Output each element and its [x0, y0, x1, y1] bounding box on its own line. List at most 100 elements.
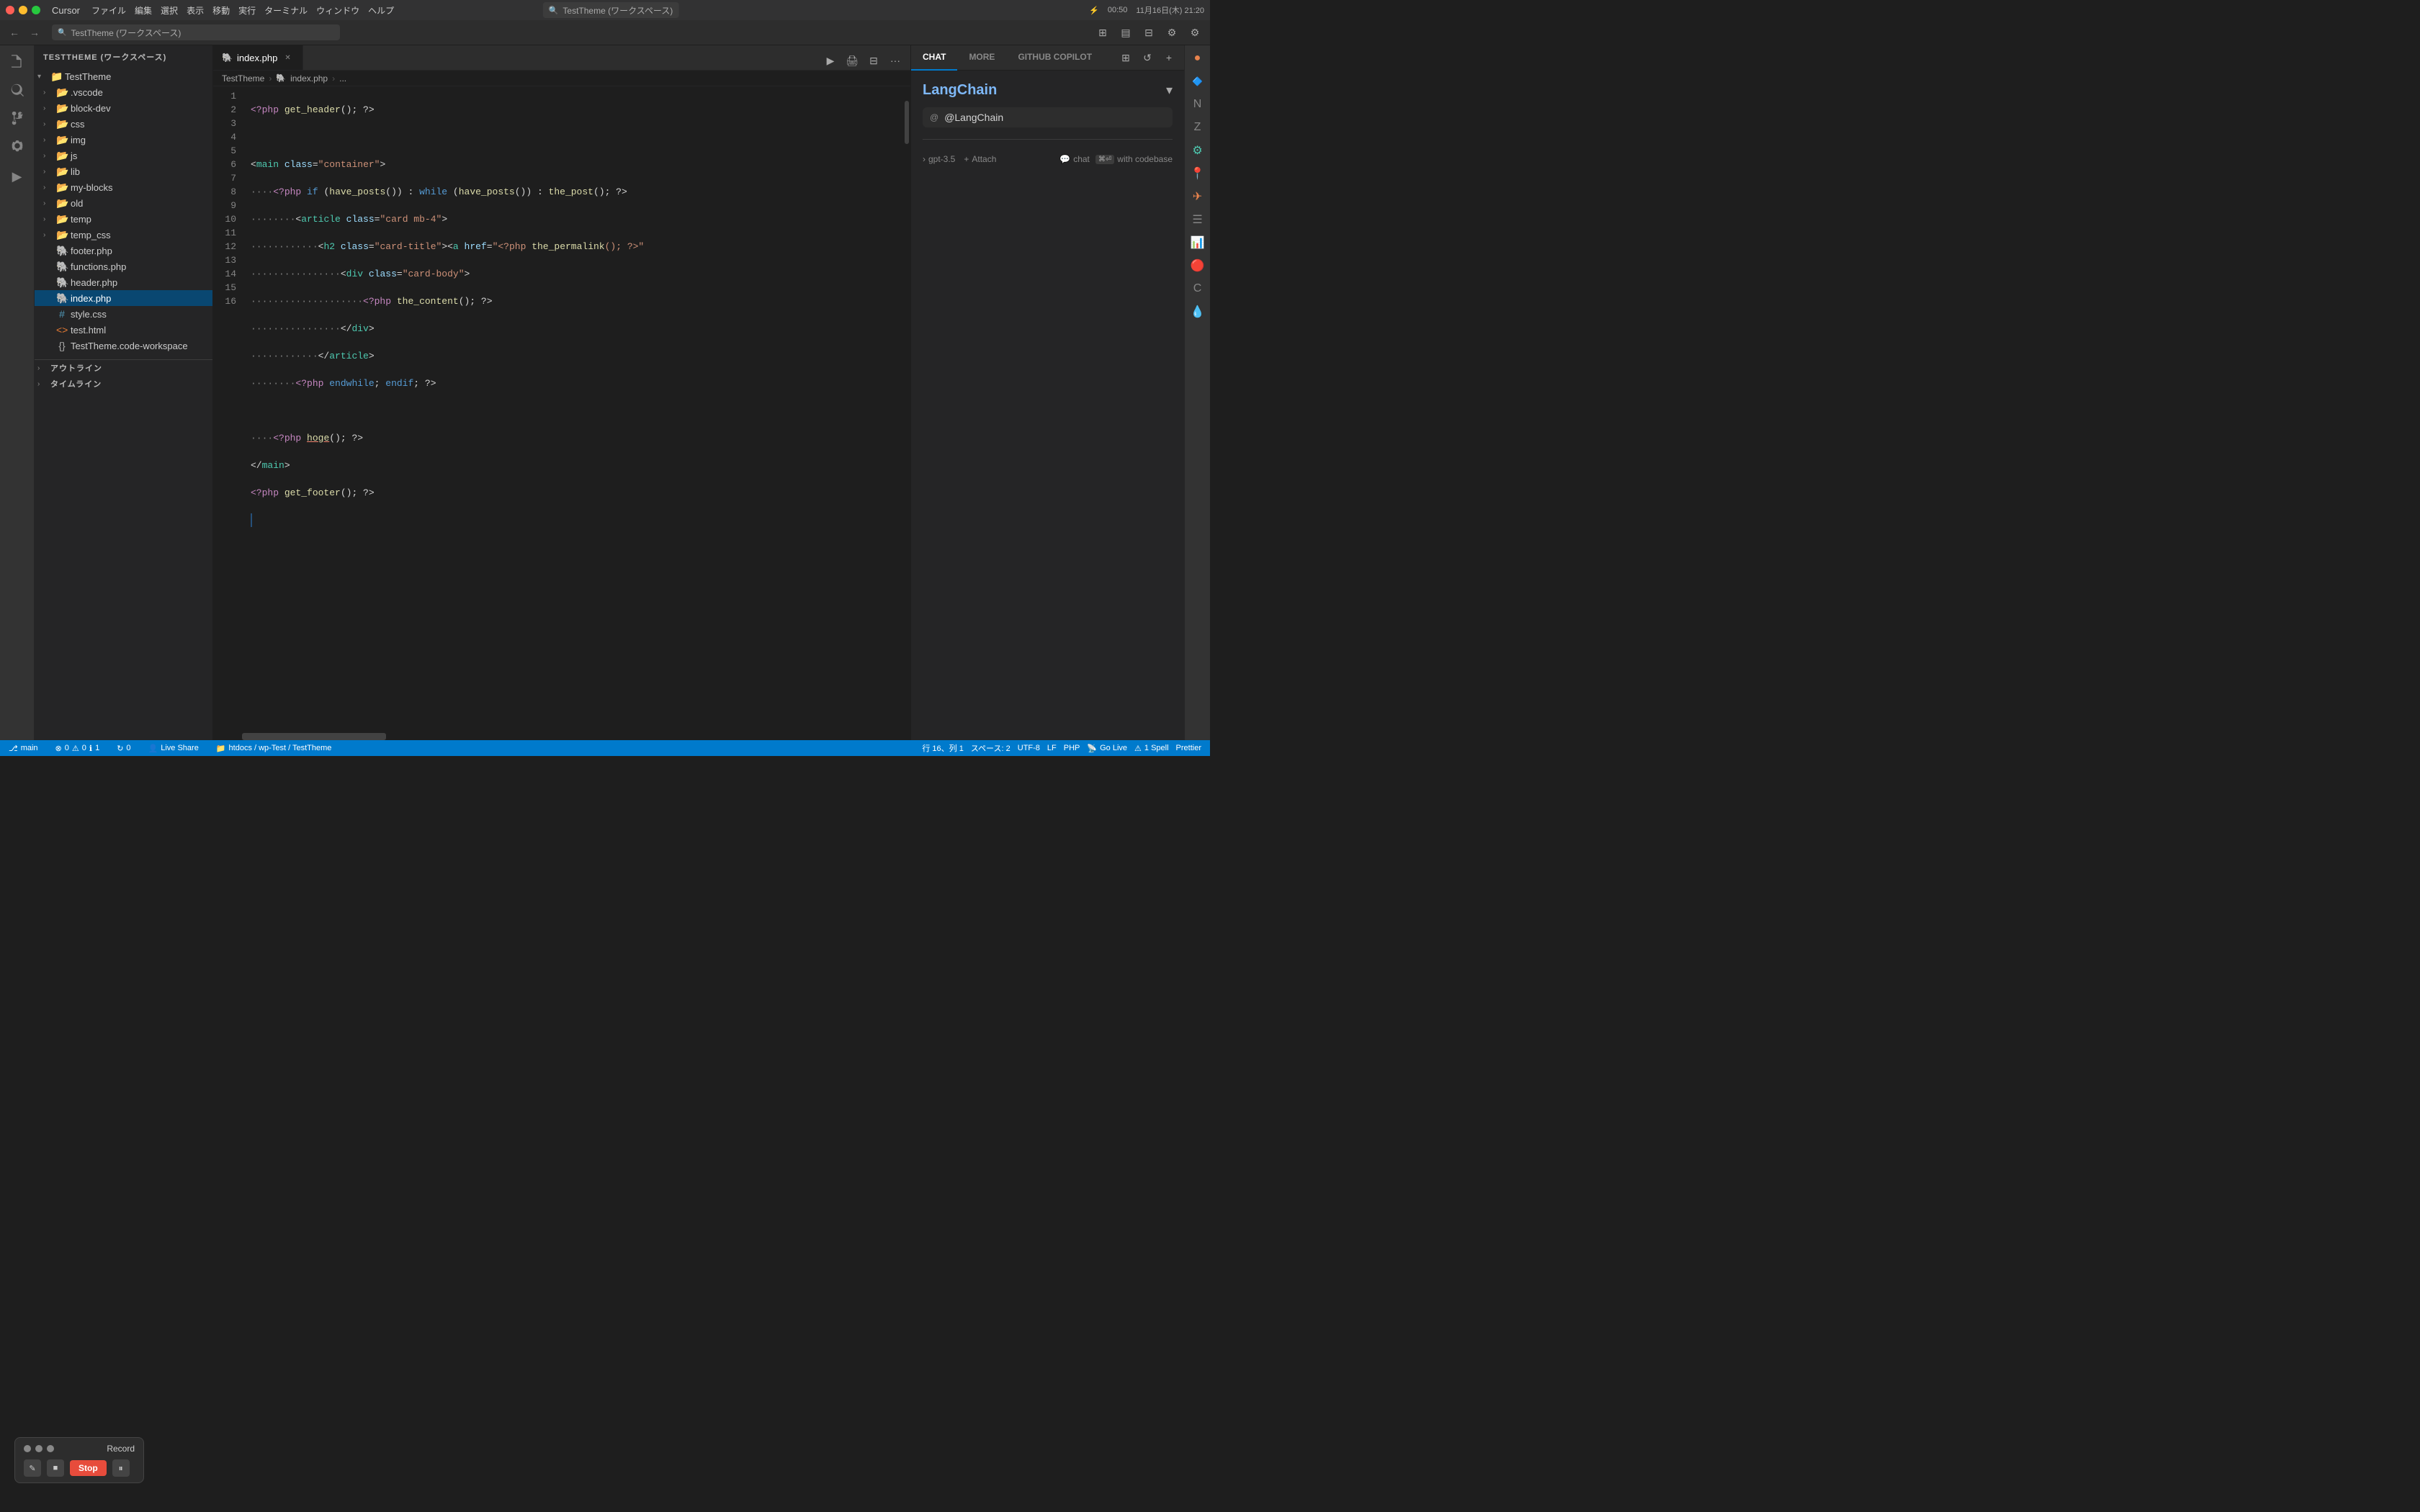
debug-icon[interactable]: ▶ [4, 163, 30, 189]
tree-item-old[interactable]: › 📂 old [35, 195, 212, 211]
live-share-status[interactable]: 👤 Live Share [145, 740, 202, 756]
branch-status[interactable]: ⎇ main [6, 740, 41, 756]
explorer-icon[interactable] [4, 48, 30, 74]
traffic-lights[interactable] [6, 6, 40, 14]
tree-item-img[interactable]: › 📂 img [35, 132, 212, 148]
tree-item-my-blocks[interactable]: › 📂 my-blocks [35, 179, 212, 195]
right-icon-3[interactable]: N [1188, 94, 1208, 114]
right-icon-1[interactable]: ● [1188, 48, 1208, 68]
back-button[interactable]: ← [6, 24, 23, 41]
tree-item-js[interactable]: › 📂 js [35, 148, 212, 163]
menu-view[interactable]: 表示 [187, 4, 204, 17]
menu-go[interactable]: 移動 [212, 4, 230, 17]
vertical-scrollbar[interactable] [903, 86, 910, 733]
tab-more[interactable]: MORE [957, 45, 1006, 71]
right-icon-7[interactable]: ✈ [1188, 186, 1208, 207]
run-button[interactable]: ▶ [821, 51, 840, 70]
breadcrumb-context[interactable]: ... [339, 73, 346, 84]
file-path-status[interactable]: 📁 htdocs / wp-Test / TestTheme [213, 740, 335, 756]
print-button[interactable]: 🖨 [843, 51, 861, 70]
panel-layout-button[interactable]: ⊟ [1139, 23, 1158, 42]
tab-close-button[interactable]: ✕ [282, 53, 293, 63]
forward-button[interactable]: → [26, 24, 43, 41]
history-button[interactable]: ↺ [1138, 48, 1157, 67]
tree-item-vscode[interactable]: › 📂 .vscode [35, 84, 212, 100]
git-icon[interactable] [4, 106, 30, 132]
search-icon[interactable] [4, 77, 30, 103]
customize-button[interactable]: ⚙ [1162, 23, 1181, 42]
sync-status[interactable]: ↻ 0 [114, 740, 133, 756]
menu-help[interactable]: ヘルプ [368, 4, 394, 17]
workspace-search[interactable]: 🔍 TestTheme (ワークスペース) [543, 2, 679, 18]
tree-item-footer-php[interactable]: › 🐘 footer.php [35, 243, 212, 258]
horizontal-scrollbar[interactable] [213, 733, 910, 740]
tree-item-temp[interactable]: › 📂 temp [35, 211, 212, 227]
close-button[interactable] [6, 6, 14, 14]
menu-window[interactable]: ウィンドウ [316, 4, 359, 17]
tree-item-style-css[interactable]: › # style.css [35, 306, 212, 322]
expand-panel-button[interactable]: ⊞ [1116, 48, 1135, 67]
at-mention-item[interactable]: @ @LangChain [923, 107, 1173, 127]
add-chat-button[interactable]: + [1160, 48, 1178, 67]
right-icon-11[interactable]: C [1188, 279, 1208, 299]
tree-item-test-html[interactable]: › <> test.html [35, 322, 212, 338]
menu-file[interactable]: ファイル [91, 4, 126, 17]
quick-open[interactable]: 🔍 TestTheme (ワークスペース) [52, 24, 340, 40]
split-editor-button[interactable]: ⊞ [1093, 23, 1112, 42]
language-status[interactable]: PHP [1061, 744, 1083, 752]
scrollbar-thumb[interactable] [905, 101, 909, 144]
right-icon-6[interactable]: 📍 [1188, 163, 1208, 184]
tree-item-temp-css[interactable]: › 📂 temp_css [35, 227, 212, 243]
breadcrumb-workspace[interactable]: TestTheme [222, 73, 264, 84]
menu-select[interactable]: 選択 [161, 4, 178, 17]
breadcrumb-file[interactable]: index.php [290, 73, 328, 84]
code-content[interactable]: <?php get_header(); ?> <main class="cont… [242, 86, 903, 733]
menu-edit[interactable]: 編集 [135, 4, 152, 17]
right-icon-9[interactable]: 📊 [1188, 233, 1208, 253]
tab-chat[interactable]: CHAT [911, 45, 957, 71]
timeline-section-toggle[interactable]: › タイムライン [35, 376, 212, 392]
outline-section-toggle[interactable]: › アウトライン [35, 360, 212, 376]
langchain-dropdown[interactable]: ▾ [1166, 83, 1173, 98]
right-icon-10[interactable]: 🔴 [1188, 256, 1208, 276]
tree-item-workspace[interactable]: › {} TestTheme.code-workspace [35, 338, 212, 354]
tree-item-css[interactable]: › 📂 css [35, 116, 212, 132]
tree-item-block-dev[interactable]: › 📂 block-dev [35, 100, 212, 116]
line-endings-status[interactable]: LF [1044, 744, 1059, 752]
menu-run[interactable]: 実行 [238, 4, 256, 17]
tree-item-lib[interactable]: › 📂 lib [35, 163, 212, 179]
divider [923, 139, 1173, 140]
tab-github-copilot[interactable]: GITHUB COPILOT [1006, 45, 1103, 71]
tree-item-header-php[interactable]: › 🐘 header.php [35, 274, 212, 290]
encoding-status[interactable]: UTF-8 [1015, 744, 1043, 752]
right-icon-4[interactable]: Z [1188, 117, 1208, 138]
go-live-status[interactable]: 📡 Go Live [1084, 744, 1130, 753]
layout-button[interactable]: ▤ [1116, 23, 1135, 42]
minimize-button[interactable] [19, 6, 27, 14]
model-selector[interactable]: › gpt-3.5 [923, 154, 955, 164]
split-view-button[interactable]: ⊟ [864, 51, 883, 70]
codebase-button[interactable]: ⌘⏎ with codebase [1095, 154, 1173, 164]
menu-terminal[interactable]: ターミナル [264, 4, 308, 17]
right-icon-12[interactable]: 💧 [1188, 302, 1208, 322]
spell-status[interactable]: ⚠ 1 Spell [1131, 744, 1172, 753]
chat-button[interactable]: 💬 chat [1059, 154, 1090, 164]
tree-item-index-php[interactable]: › 🐘 index.php [35, 290, 212, 306]
maximize-button[interactable] [32, 6, 40, 14]
code-editor[interactable]: 12345 678910 1112131415 16 <?php get_hea… [213, 86, 910, 733]
tree-item-functions-php[interactable]: › 🐘 functions.php [35, 258, 212, 274]
prettier-status[interactable]: Prettier [1173, 744, 1204, 752]
extensions-icon[interactable] [4, 135, 30, 161]
tree-root-folder[interactable]: ▾ 📁 TestTheme [35, 68, 212, 84]
more-actions-button[interactable]: ··· [886, 51, 905, 70]
tab-index-php[interactable]: 🐘 index.php ✕ [213, 45, 303, 70]
spaces-status[interactable]: スペース: 2 [968, 742, 1013, 754]
attach-button[interactable]: + Attach [964, 154, 996, 164]
settings-button[interactable]: ⚙ [1186, 23, 1204, 42]
right-icon-2[interactable]: 🔷 [1188, 71, 1208, 91]
right-icon-8[interactable]: ☰ [1188, 210, 1208, 230]
cursor-position[interactable]: 行 16、列 1 [919, 742, 966, 754]
errors-status[interactable]: ⊗ 0 ⚠ 0 ℹ 1 [53, 740, 103, 756]
code-line-16 [251, 513, 252, 527]
right-icon-5[interactable]: ⚙ [1188, 140, 1208, 161]
